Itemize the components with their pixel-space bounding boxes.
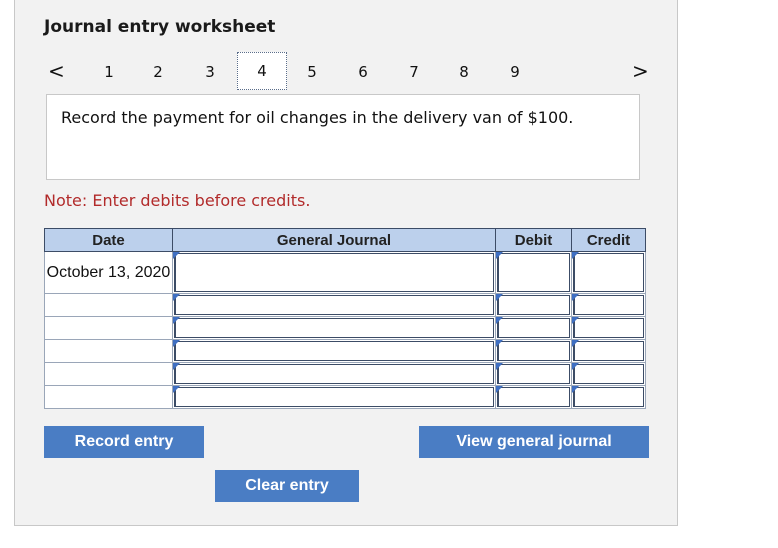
debit-input[interactable]: [495, 385, 572, 409]
debit-field[interactable]: [497, 364, 570, 384]
account-input[interactable]: [172, 251, 496, 294]
view-general-journal-button[interactable]: View general journal: [419, 426, 649, 458]
dropdown-marker-icon: [496, 386, 503, 393]
debit-input[interactable]: [495, 251, 572, 294]
account-input[interactable]: [172, 362, 496, 386]
account-input[interactable]: [172, 316, 496, 340]
table-row: October 13, 2020: [44, 251, 646, 294]
account-column-header: General Journal: [172, 228, 496, 252]
worksheet-title: Journal entry worksheet: [44, 17, 276, 37]
debit-field[interactable]: [497, 253, 570, 292]
date-cell[interactable]: [44, 316, 173, 340]
account-field[interactable]: [174, 341, 494, 361]
journal-entry-table: Date General Journal Debit Credit Octobe…: [44, 228, 646, 409]
dropdown-marker-icon: [173, 294, 180, 301]
debit-input[interactable]: [495, 316, 572, 340]
dropdown-marker-icon: [173, 386, 180, 393]
record-entry-button[interactable]: Record entry: [44, 426, 204, 458]
table-row: [44, 293, 646, 317]
debit-input[interactable]: [495, 339, 572, 363]
page-8[interactable]: 8: [455, 63, 473, 81]
next-page-icon[interactable]: >: [632, 60, 649, 82]
dropdown-marker-icon: [572, 294, 579, 301]
instruction-note: Note: Enter debits before credits.: [44, 191, 311, 210]
dropdown-marker-icon: [173, 363, 180, 370]
page-3[interactable]: 3: [201, 63, 219, 81]
credit-field[interactable]: [573, 387, 644, 407]
previous-page-icon[interactable]: <: [48, 60, 65, 82]
credit-input[interactable]: [571, 251, 646, 294]
account-field[interactable]: [174, 364, 494, 384]
debit-field[interactable]: [497, 341, 570, 361]
date-cell[interactable]: [44, 339, 173, 363]
table-row: [44, 316, 646, 340]
account-field[interactable]: [174, 253, 494, 292]
date-column-header: Date: [44, 228, 173, 252]
dropdown-marker-icon: [496, 363, 503, 370]
debit-field[interactable]: [497, 318, 570, 338]
credit-field[interactable]: [573, 253, 644, 292]
page-1[interactable]: 1: [100, 63, 118, 81]
date-cell[interactable]: October 13, 2020: [44, 251, 173, 294]
dropdown-marker-icon: [572, 363, 579, 370]
table-row: [44, 339, 646, 363]
dropdown-marker-icon: [496, 317, 503, 324]
credit-field[interactable]: [573, 295, 644, 315]
credit-input[interactable]: [571, 385, 646, 409]
credit-field[interactable]: [573, 364, 644, 384]
dropdown-marker-icon: [173, 340, 180, 347]
account-input[interactable]: [172, 293, 496, 317]
date-cell[interactable]: [44, 293, 173, 317]
page-9[interactable]: 9: [506, 63, 524, 81]
dropdown-marker-icon: [572, 252, 579, 259]
page-navigator: < 1 2 3 4 5 6 7 8 9 >: [44, 52, 650, 90]
debit-field[interactable]: [497, 295, 570, 315]
table-header-row: Date General Journal Debit Credit: [44, 228, 646, 252]
transaction-prompt: Record the payment for oil changes in th…: [46, 94, 640, 180]
debit-input[interactable]: [495, 362, 572, 386]
account-field[interactable]: [174, 387, 494, 407]
dropdown-marker-icon: [496, 340, 503, 347]
debit-field[interactable]: [497, 387, 570, 407]
account-field[interactable]: [174, 318, 494, 338]
page-2[interactable]: 2: [149, 63, 167, 81]
table-row: [44, 362, 646, 386]
credit-input[interactable]: [571, 362, 646, 386]
account-field[interactable]: [174, 295, 494, 315]
credit-column-header: Credit: [571, 228, 646, 252]
date-cell[interactable]: [44, 385, 173, 409]
credit-field[interactable]: [573, 318, 644, 338]
dropdown-marker-icon: [173, 252, 180, 259]
debit-input[interactable]: [495, 293, 572, 317]
dropdown-marker-icon: [496, 294, 503, 301]
page-5[interactable]: 5: [303, 63, 321, 81]
page-6[interactable]: 6: [354, 63, 372, 81]
dropdown-marker-icon: [572, 340, 579, 347]
dropdown-marker-icon: [572, 386, 579, 393]
page-4-current[interactable]: 4: [237, 52, 287, 90]
date-cell[interactable]: [44, 362, 173, 386]
account-input[interactable]: [172, 385, 496, 409]
dropdown-marker-icon: [496, 252, 503, 259]
page-7[interactable]: 7: [405, 63, 423, 81]
clear-entry-button[interactable]: Clear entry: [215, 470, 359, 502]
dropdown-marker-icon: [173, 317, 180, 324]
credit-field[interactable]: [573, 341, 644, 361]
account-input[interactable]: [172, 339, 496, 363]
table-row: [44, 385, 646, 409]
dropdown-marker-icon: [572, 317, 579, 324]
credit-input[interactable]: [571, 339, 646, 363]
credit-input[interactable]: [571, 293, 646, 317]
credit-input[interactable]: [571, 316, 646, 340]
debit-column-header: Debit: [495, 228, 572, 252]
